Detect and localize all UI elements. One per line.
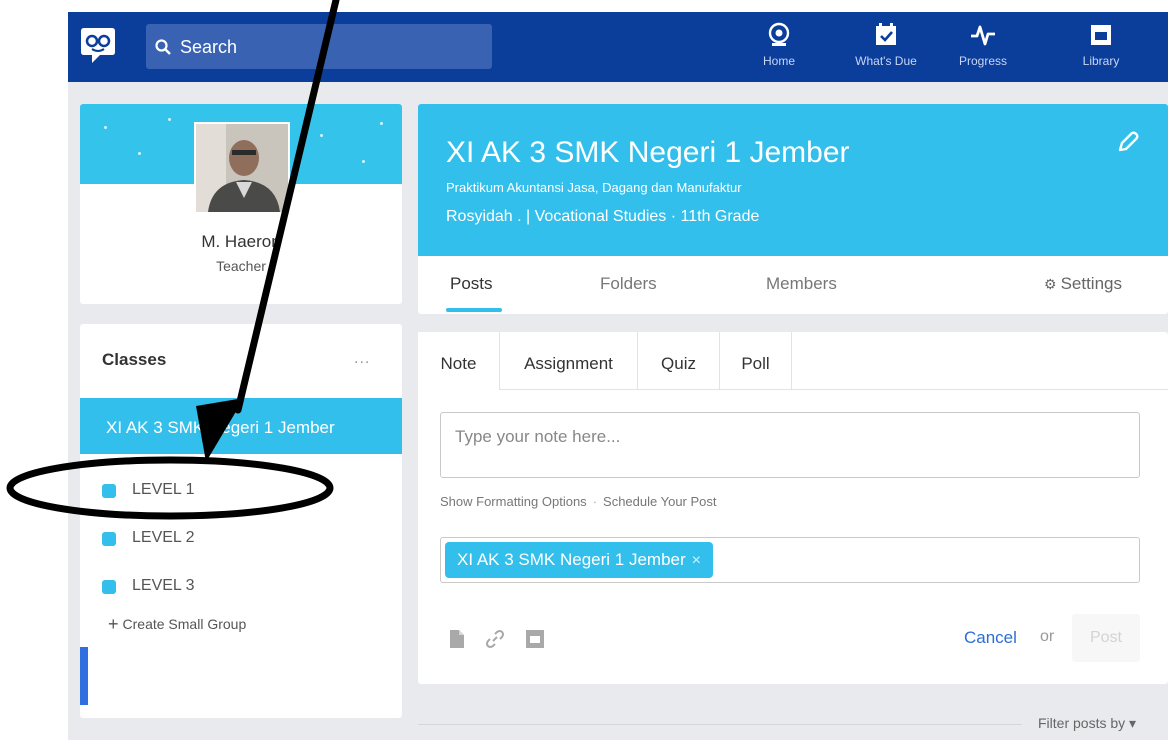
show-formatting-link[interactable]: Show Formatting Options: [440, 494, 587, 509]
search-placeholder: Search: [180, 37, 238, 57]
nav-home[interactable]: Home: [734, 20, 824, 80]
banner-sparkle: [320, 134, 323, 137]
class-banner: XI AK 3 SMK Negeri 1 Jember Praktikum Ak…: [418, 104, 1168, 256]
profile-card: M. Haeron Teacher: [80, 104, 402, 304]
top-navigation-bar: Search Home What's Due Progress Library: [68, 12, 1168, 82]
tab-poll-label: Poll: [741, 354, 770, 373]
or-text: or: [1040, 628, 1055, 645]
avatar[interactable]: [194, 122, 290, 214]
active-tab-indicator: [446, 308, 502, 312]
nav-progress-label: Progress: [958, 54, 1008, 68]
scroll-indicator: [80, 647, 88, 705]
banner-sparkle: [168, 118, 171, 121]
profile-role: Teacher: [216, 258, 266, 274]
create-small-group-label: Create Small Group: [122, 616, 247, 632]
tab-quiz-label: Quiz: [661, 354, 696, 373]
class-header: XI AK 3 SMK Negeri 1 Jember Praktikum Ak…: [418, 104, 1168, 314]
group-color-icon: [102, 532, 116, 546]
group-item-label: LEVEL 1: [132, 481, 195, 498]
post-type-tabs: Note Assignment Quiz Poll: [418, 332, 1168, 390]
library-icon: [1091, 25, 1111, 45]
link-icon[interactable]: [484, 628, 506, 650]
nav-whats-due-label: What's Due: [855, 54, 917, 68]
group-item-label: LEVEL 3: [132, 577, 195, 594]
tabs-divider: [500, 389, 1168, 390]
banner-sparkle: [138, 152, 141, 155]
tab-assignment[interactable]: Assignment: [500, 332, 638, 390]
edit-pencil-icon[interactable]: [1114, 130, 1140, 156]
class-subtitle: Praktikum Akuntansi Jasa, Dagang dan Man…: [446, 180, 742, 195]
class-item-label: XI AK 3 SMK Negeri 1 Jember: [106, 418, 335, 437]
post-button[interactable]: Post: [1072, 614, 1140, 662]
classes-heading: Classes: [102, 350, 167, 369]
feed-divider: [418, 724, 1022, 725]
group-color-icon: [102, 580, 116, 594]
tab-note-label: Note: [440, 354, 477, 373]
create-small-group-link[interactable]: + Create Small Group: [108, 614, 246, 635]
library-attach-icon[interactable]: [524, 628, 546, 650]
file-icon[interactable]: [446, 628, 468, 650]
classes-panel: Classes ... XI AK 3 SMK Negeri 1 Jember …: [80, 324, 402, 718]
edmodo-app: Search Home What's Due Progress Library …: [68, 12, 1168, 740]
remove-recipient-icon[interactable]: ×: [692, 552, 701, 569]
banner-sparkle: [362, 160, 365, 163]
search-input[interactable]: Search: [146, 24, 492, 69]
settings-link[interactable]: ⚙ Settings: [1044, 274, 1122, 294]
nav-library-label: Library: [1082, 54, 1120, 68]
tab-folders[interactable]: Folders: [600, 274, 657, 294]
group-color-icon: [102, 484, 116, 498]
plus-icon: +: [108, 614, 119, 634]
cancel-button[interactable]: Cancel: [964, 628, 1017, 648]
post-composer: Note Assignment Quiz Poll Show Formattin…: [418, 332, 1168, 684]
tab-poll[interactable]: Poll: [720, 332, 792, 390]
classes-more-button[interactable]: ...: [354, 350, 370, 368]
recipients-field[interactable]: XI AK 3 SMK Negeri 1 Jember ×: [440, 537, 1140, 583]
group-item-label: LEVEL 2: [132, 529, 195, 546]
home-icon: [768, 22, 790, 46]
search-icon: [155, 39, 171, 55]
class-title: XI AK 3 SMK Negeri 1 Jember: [446, 136, 850, 169]
tab-members[interactable]: Members: [766, 274, 837, 294]
calendar-check-icon: [876, 23, 896, 45]
nav-progress[interactable]: Progress: [938, 20, 1028, 80]
class-meta: Rosyidah . | Vocational Studies · 11th G…: [446, 208, 760, 225]
nav-home-label: Home: [762, 54, 795, 68]
recipient-chip[interactable]: XI AK 3 SMK Negeri 1 Jember ×: [445, 542, 713, 578]
profile-name[interactable]: M. Haeron: [80, 232, 402, 252]
schedule-post-link[interactable]: Schedule Your Post: [603, 494, 716, 509]
class-item-active[interactable]: XI AK 3 SMK Negeri 1 Jember: [80, 398, 402, 454]
tab-quiz[interactable]: Quiz: [638, 332, 720, 390]
format-links: Show Formatting Options · Schedule Your Po…: [440, 494, 717, 509]
recipient-chip-label: XI AK 3 SMK Negeri 1 Jember: [457, 550, 686, 569]
nav-whats-due[interactable]: What's Due: [841, 20, 931, 80]
pulse-icon: [971, 25, 995, 46]
gear-icon: ⚙: [1044, 276, 1057, 292]
link-separator: ·: [592, 494, 598, 509]
filter-posts-dropdown[interactable]: Filter posts by ▾: [1038, 715, 1136, 732]
tab-posts[interactable]: Posts: [450, 274, 493, 294]
nav-library[interactable]: Library: [1056, 20, 1146, 80]
settings-label: Settings: [1060, 274, 1122, 293]
banner-sparkle: [380, 122, 383, 125]
edmodo-logo-icon[interactable]: [80, 26, 116, 66]
note-textarea[interactable]: [440, 412, 1140, 478]
tab-note[interactable]: Note: [418, 332, 500, 390]
banner-sparkle: [104, 126, 107, 129]
tab-assignment-label: Assignment: [524, 354, 613, 373]
